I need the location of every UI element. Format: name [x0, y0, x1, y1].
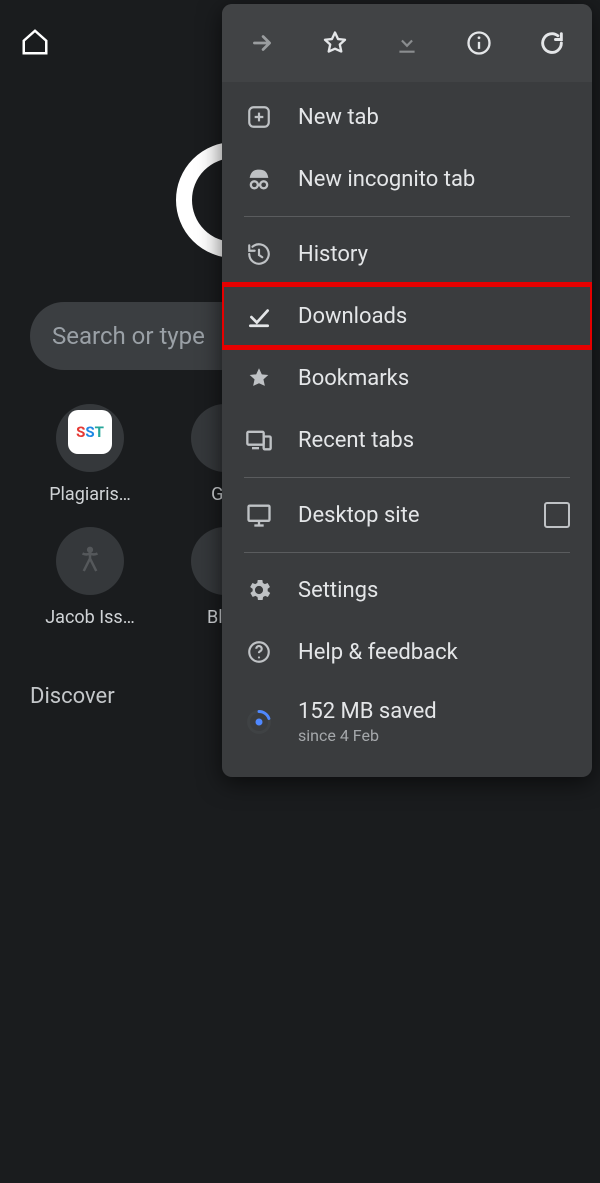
refresh-icon[interactable]	[538, 29, 566, 57]
forward-icon[interactable]	[248, 29, 276, 57]
gear-icon	[244, 575, 274, 605]
menu-label: Settings	[298, 578, 378, 603]
incognito-icon	[244, 164, 274, 194]
menu-item-settings[interactable]: Settings	[222, 559, 592, 621]
search-placeholder: Search or type	[52, 322, 205, 350]
downloads-icon	[244, 301, 274, 331]
menu-item-desktop-site[interactable]: Desktop site	[222, 484, 592, 546]
discover-heading: Discover	[30, 684, 115, 709]
menu-action-row	[222, 4, 592, 82]
shortcut-label: Plagiaris…	[49, 484, 131, 505]
menu-label: History	[298, 242, 368, 267]
menu-item-history[interactable]: History	[222, 223, 592, 285]
menu-label: Recent tabs	[298, 428, 414, 453]
info-icon[interactable]	[465, 29, 493, 57]
menu-label: Bookmarks	[298, 366, 409, 391]
devices-icon	[244, 425, 274, 455]
home-icon[interactable]	[20, 27, 50, 57]
desktop-site-checkbox[interactable]	[544, 502, 570, 528]
menu-label: New incognito tab	[298, 167, 475, 192]
menu-item-help[interactable]: Help & feedback	[222, 621, 592, 683]
shortcut-icon: SST	[56, 404, 124, 472]
star-filled-icon	[244, 363, 274, 393]
shortcut-icon	[56, 527, 124, 595]
shortcut-jacob[interactable]: Jacob Iss…	[30, 527, 150, 628]
menu-item-recent-tabs[interactable]: Recent tabs	[222, 409, 592, 471]
shortcut-plagiarism[interactable]: SST Plagiaris…	[30, 404, 150, 505]
menu-item-incognito[interactable]: New incognito tab	[222, 148, 592, 210]
plus-square-icon	[244, 102, 274, 132]
menu-divider	[244, 216, 570, 217]
menu-label: Help & feedback	[298, 640, 458, 665]
menu-label: Desktop site	[298, 503, 420, 528]
desktop-icon	[244, 500, 274, 530]
data-saver-since: since 4 Feb	[298, 726, 437, 745]
menu-label: Downloads	[298, 304, 407, 329]
data-saver-icon	[244, 707, 274, 737]
menu-item-new-tab[interactable]: New tab	[222, 86, 592, 148]
menu-divider	[244, 552, 570, 553]
menu-item-data-saver[interactable]: 152 MB saved since 4 Feb	[222, 683, 592, 761]
help-icon	[244, 637, 274, 667]
menu-item-bookmarks[interactable]: Bookmarks	[222, 347, 592, 409]
star-icon[interactable]	[321, 29, 349, 57]
data-saver-amount: 152 MB saved	[298, 699, 437, 724]
overflow-menu: New tab New incognito tab History Downlo…	[222, 4, 592, 777]
shortcut-label: Jacob Iss…	[45, 607, 135, 628]
menu-divider	[244, 477, 570, 478]
menu-item-downloads[interactable]: Downloads	[222, 285, 592, 347]
menu-label: New tab	[298, 105, 379, 130]
history-icon	[244, 239, 274, 269]
download-icon[interactable]	[393, 29, 421, 57]
